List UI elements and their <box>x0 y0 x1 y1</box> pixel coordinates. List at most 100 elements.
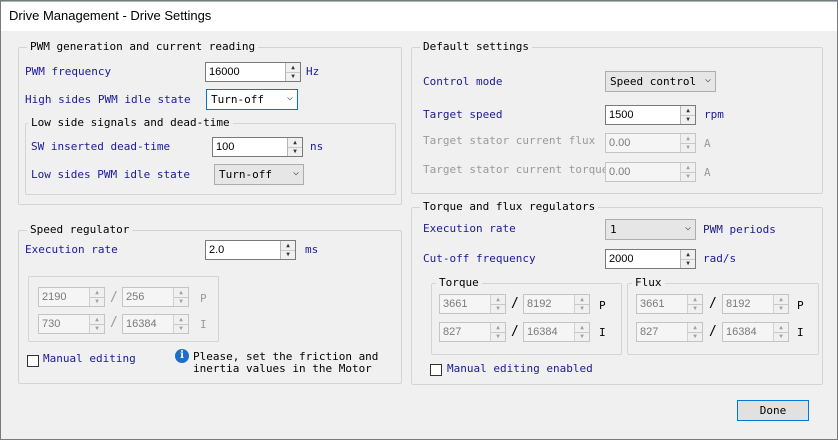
spin-down-icon[interactable]: ▼ <box>90 297 104 306</box>
control-mode-value: Speed control <box>610 75 697 88</box>
dead-time-label: SW inserted dead-time <box>31 140 171 153</box>
speed-i-denominator[interactable]: 16384 ▲ ▼ <box>122 314 189 334</box>
manual-editing-checkbox[interactable] <box>27 355 39 367</box>
spinner-buttons: ▲ ▼ <box>173 288 188 306</box>
torque-p-numerator[interactable]: 3661 ▲ ▼ <box>439 294 506 314</box>
cutoff-frequency-spinner[interactable]: 2000 ▲ ▼ <box>605 249 696 269</box>
spinner-buttons: ▲ ▼ <box>280 241 295 259</box>
spin-down-icon[interactable]: ▼ <box>688 332 702 341</box>
flux-gains-title: Flux <box>632 276 665 289</box>
done-button[interactable]: Done <box>737 400 809 421</box>
spin-down-icon[interactable]: ▼ <box>575 332 589 341</box>
dead-time-spinner[interactable]: 100 ▲ ▼ <box>212 137 303 157</box>
speed-regulator-title: Speed regulator <box>27 223 133 236</box>
speed-p-numerator[interactable]: 2190 ▲ ▼ <box>38 287 105 307</box>
fraction-slash: / <box>511 296 519 311</box>
torque-p-denominator[interactable]: 8192 ▲ ▼ <box>523 294 590 314</box>
low-sides-idle-select[interactable]: Turn-off ⌵ <box>214 164 304 185</box>
flux-p-numerator[interactable]: 3661 ▲ ▼ <box>636 294 703 314</box>
fraction-slash: / <box>709 324 717 339</box>
chevron-down-icon: ⌵ <box>684 222 691 233</box>
speed-i-denominator-value: 16384 <box>126 318 157 330</box>
control-mode-select[interactable]: Speed control ⌵ <box>605 71 716 92</box>
torque-gains-title: Torque <box>436 276 482 289</box>
torque-p-denominator-value: 8192 <box>527 298 552 310</box>
speed-p-numerator-value: 2190 <box>42 291 67 303</box>
spinner-buttons: ▲ ▼ <box>773 323 788 341</box>
target-torque-spinner[interactable]: 0.00 ▲ ▼ <box>605 162 696 182</box>
spin-down-icon[interactable]: ▼ <box>688 304 702 313</box>
spin-down-icon[interactable]: ▼ <box>491 304 505 313</box>
flux-i-denominator-value: 16384 <box>726 326 757 338</box>
speed-execution-rate-spinner[interactable]: 2.0 ▲ ▼ <box>205 240 296 260</box>
low-side-group-title: Low side signals and dead-time <box>28 116 233 129</box>
fraction-slash: / <box>110 290 118 305</box>
spin-down-icon[interactable]: ▼ <box>774 304 788 313</box>
spin-down-icon[interactable]: ▼ <box>575 304 589 313</box>
spin-down-icon[interactable]: ▼ <box>681 259 695 268</box>
tf-execution-rate-value: 1 <box>610 223 617 236</box>
torque-i-numerator[interactable]: 827 ▲ ▼ <box>439 322 506 342</box>
control-mode-label: Control mode <box>423 75 503 88</box>
torque-i-numerator-value: 827 <box>443 326 462 338</box>
manual-editing-enabled-checkbox[interactable] <box>430 364 442 376</box>
title-bar: Drive Management - Drive Settings <box>1 1 837 31</box>
target-speed-spinner[interactable]: 1500 ▲ ▼ <box>605 105 696 125</box>
title-bar-top-edge <box>1 1 837 2</box>
chevron-down-icon: ⌵ <box>286 92 293 103</box>
dead-time-value: 100 <box>216 141 235 153</box>
cutoff-frequency-value: 2000 <box>609 253 634 265</box>
spin-down-icon[interactable]: ▼ <box>281 250 295 259</box>
flux-p-label: P <box>797 299 804 312</box>
low-sides-idle-label: Low sides PWM idle state <box>31 168 190 181</box>
speed-p-denominator-value: 256 <box>126 291 145 303</box>
speed-i-label: I <box>200 318 207 331</box>
spin-down-icon[interactable]: ▼ <box>774 332 788 341</box>
flux-p-denominator[interactable]: 8192 ▲ ▼ <box>722 294 789 314</box>
torque-i-denominator[interactable]: 16384 ▲ ▼ <box>523 322 590 342</box>
spin-down-icon[interactable]: ▼ <box>174 324 188 333</box>
spin-down-icon[interactable]: ▼ <box>681 143 695 152</box>
spinner-buttons: ▲ ▼ <box>687 295 702 313</box>
speed-execution-rate-label: Execution rate <box>25 243 118 256</box>
spin-down-icon[interactable]: ▼ <box>90 324 104 333</box>
target-flux-value: 0.00 <box>609 137 631 149</box>
spin-down-icon[interactable]: ▼ <box>174 297 188 306</box>
high-sides-idle-select[interactable]: Turn-off ⌵ <box>206 89 298 110</box>
flux-i-label: I <box>797 326 804 339</box>
target-flux-spinner[interactable]: 0.00 ▲ ▼ <box>605 133 696 153</box>
target-flux-label: Target stator current flux <box>423 134 596 147</box>
torque-i-label: I <box>599 326 606 339</box>
torque-flux-title: Torque and flux regulators <box>420 200 599 213</box>
low-sides-idle-value: Turn-off <box>219 168 272 181</box>
spin-down-icon[interactable]: ▼ <box>288 147 302 156</box>
target-torque-unit: A <box>704 166 711 179</box>
target-speed-value: 1500 <box>609 109 634 121</box>
high-sides-idle-value: Turn-off <box>211 93 264 106</box>
spin-down-icon[interactable]: ▼ <box>491 332 505 341</box>
spinner-buttons: ▲ ▼ <box>490 295 505 313</box>
pwm-frequency-spinner[interactable]: 16000 ▲ ▼ <box>205 62 301 82</box>
target-speed-unit: rpm <box>704 108 724 121</box>
spinner-buttons: ▲ ▼ <box>680 134 695 152</box>
spin-down-icon[interactable]: ▼ <box>681 115 695 124</box>
flux-i-numerator[interactable]: 827 ▲ ▼ <box>636 322 703 342</box>
speed-p-denominator[interactable]: 256 ▲ ▼ <box>122 287 189 307</box>
speed-i-numerator[interactable]: 730 ▲ ▼ <box>38 314 105 334</box>
flux-i-denominator[interactable]: 16384 ▲ ▼ <box>722 322 789 342</box>
speed-execution-rate-unit: ms <box>305 243 319 256</box>
spin-down-icon[interactable]: ▼ <box>286 72 300 81</box>
low-side-group: Low side signals and dead-time <box>25 116 396 195</box>
torque-p-numerator-value: 3661 <box>443 298 468 310</box>
spinner-buttons: ▲ ▼ <box>680 163 695 181</box>
spinner-buttons: ▲ ▼ <box>285 63 300 81</box>
speed-i-numerator-value: 730 <box>42 318 61 330</box>
chevron-down-icon: ⌵ <box>704 74 711 85</box>
tf-execution-rate-select[interactable]: 1 ⌵ <box>605 219 696 240</box>
spin-down-icon[interactable]: ▼ <box>681 172 695 181</box>
target-torque-value: 0.00 <box>609 166 631 178</box>
spinner-buttons: ▲ ▼ <box>287 138 302 156</box>
tf-execution-rate-unit: PWM periods <box>703 223 776 236</box>
spinner-buttons: ▲ ▼ <box>89 315 104 333</box>
fraction-slash: / <box>110 315 118 330</box>
